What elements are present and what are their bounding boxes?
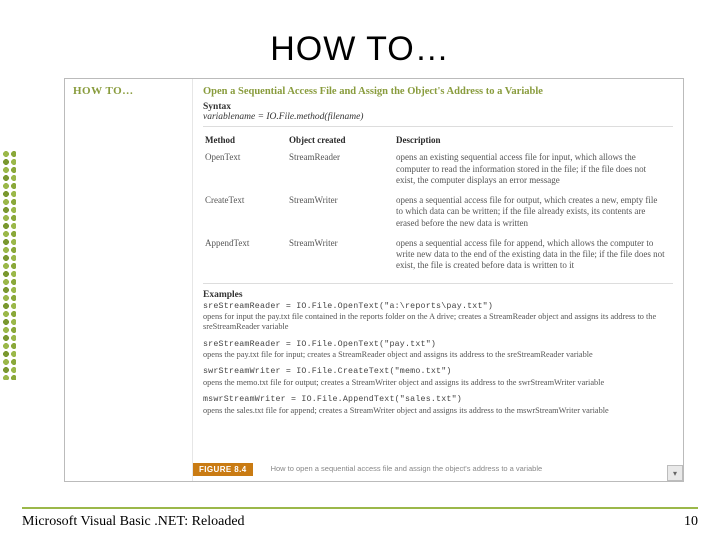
table-row: CreateText StreamWriter opens a sequenti…: [205, 193, 671, 234]
chevron-down-icon: ▾: [673, 469, 677, 478]
cell-desc: opens a sequential access file for outpu…: [396, 193, 671, 234]
syntax-line: variablename = IO.File.method(filename): [203, 112, 673, 122]
section-heading: Open a Sequential Access File and Assign…: [203, 85, 673, 98]
cell-object: StreamWriter: [289, 193, 394, 234]
example-code: swrStreamWriter = IO.File.CreateText("me…: [203, 367, 673, 377]
divider: [203, 126, 673, 127]
footer-left-text: Microsoft Visual Basic .NET: Reloaded: [22, 514, 245, 530]
slide-title: HOW TO…: [0, 30, 720, 69]
scroll-down-button[interactable]: ▾: [667, 465, 683, 481]
decorative-sidebar: [0, 0, 18, 540]
example-desc: opens for input the pay.txt file contain…: [203, 312, 673, 333]
example-block: sreStreamReader = IO.File.OpenText("a:\r…: [203, 302, 673, 333]
divider: [203, 283, 673, 284]
panel-left-heading: HOW TO…: [73, 85, 184, 97]
cell-object: StreamWriter: [289, 236, 394, 277]
panel-left-column: HOW TO…: [65, 79, 193, 481]
example-desc: opens the pay.txt file for input; create…: [203, 350, 673, 360]
cell-method: AppendText: [205, 236, 287, 277]
cell-method: CreateText: [205, 193, 287, 234]
cell-method: OpenText: [205, 150, 287, 191]
examples-label: Examples: [203, 290, 673, 300]
col-method: Method: [205, 133, 287, 148]
example-code: mswrStreamWriter = IO.File.AppendText("s…: [203, 395, 673, 405]
panel-body: Open a Sequential Access File and Assign…: [193, 79, 683, 457]
figure-footer: FIGURE 8.4 How to open a sequential acce…: [193, 457, 659, 481]
cell-object: StreamReader: [289, 150, 394, 191]
example-code: sreStreamReader = IO.File.OpenText("pay.…: [203, 340, 673, 350]
example-desc: opens the memo.txt file for output; crea…: [203, 378, 673, 388]
table-row: AppendText StreamWriter opens a sequenti…: [205, 236, 671, 277]
example-code: sreStreamReader = IO.File.OpenText("a:\r…: [203, 302, 673, 312]
example-block: sreStreamReader = IO.File.OpenText("pay.…: [203, 340, 673, 361]
cell-desc: opens an existing sequential access file…: [396, 150, 671, 191]
figure-caption: How to open a sequential access file and…: [271, 465, 659, 473]
page-number: 10: [684, 514, 698, 530]
syntax-label: Syntax: [203, 102, 673, 112]
cell-desc: opens a sequential access file for appen…: [396, 236, 671, 277]
table-row: OpenText StreamReader opens an existing …: [205, 150, 671, 191]
methods-table: Method Object created Description OpenTe…: [203, 131, 673, 279]
slide-footer: Microsoft Visual Basic .NET: Reloaded 10: [22, 507, 698, 530]
example-block: mswrStreamWriter = IO.File.AppendText("s…: [203, 395, 673, 416]
col-object: Object created: [289, 133, 394, 148]
table-header-row: Method Object created Description: [205, 133, 671, 148]
content-panel: HOW TO… Open a Sequential Access File an…: [64, 78, 684, 482]
example-block: swrStreamWriter = IO.File.CreateText("me…: [203, 367, 673, 388]
figure-tag: FIGURE 8.4: [193, 463, 253, 476]
col-description: Description: [396, 133, 671, 148]
example-desc: opens the sales.txt file for append; cre…: [203, 406, 673, 416]
